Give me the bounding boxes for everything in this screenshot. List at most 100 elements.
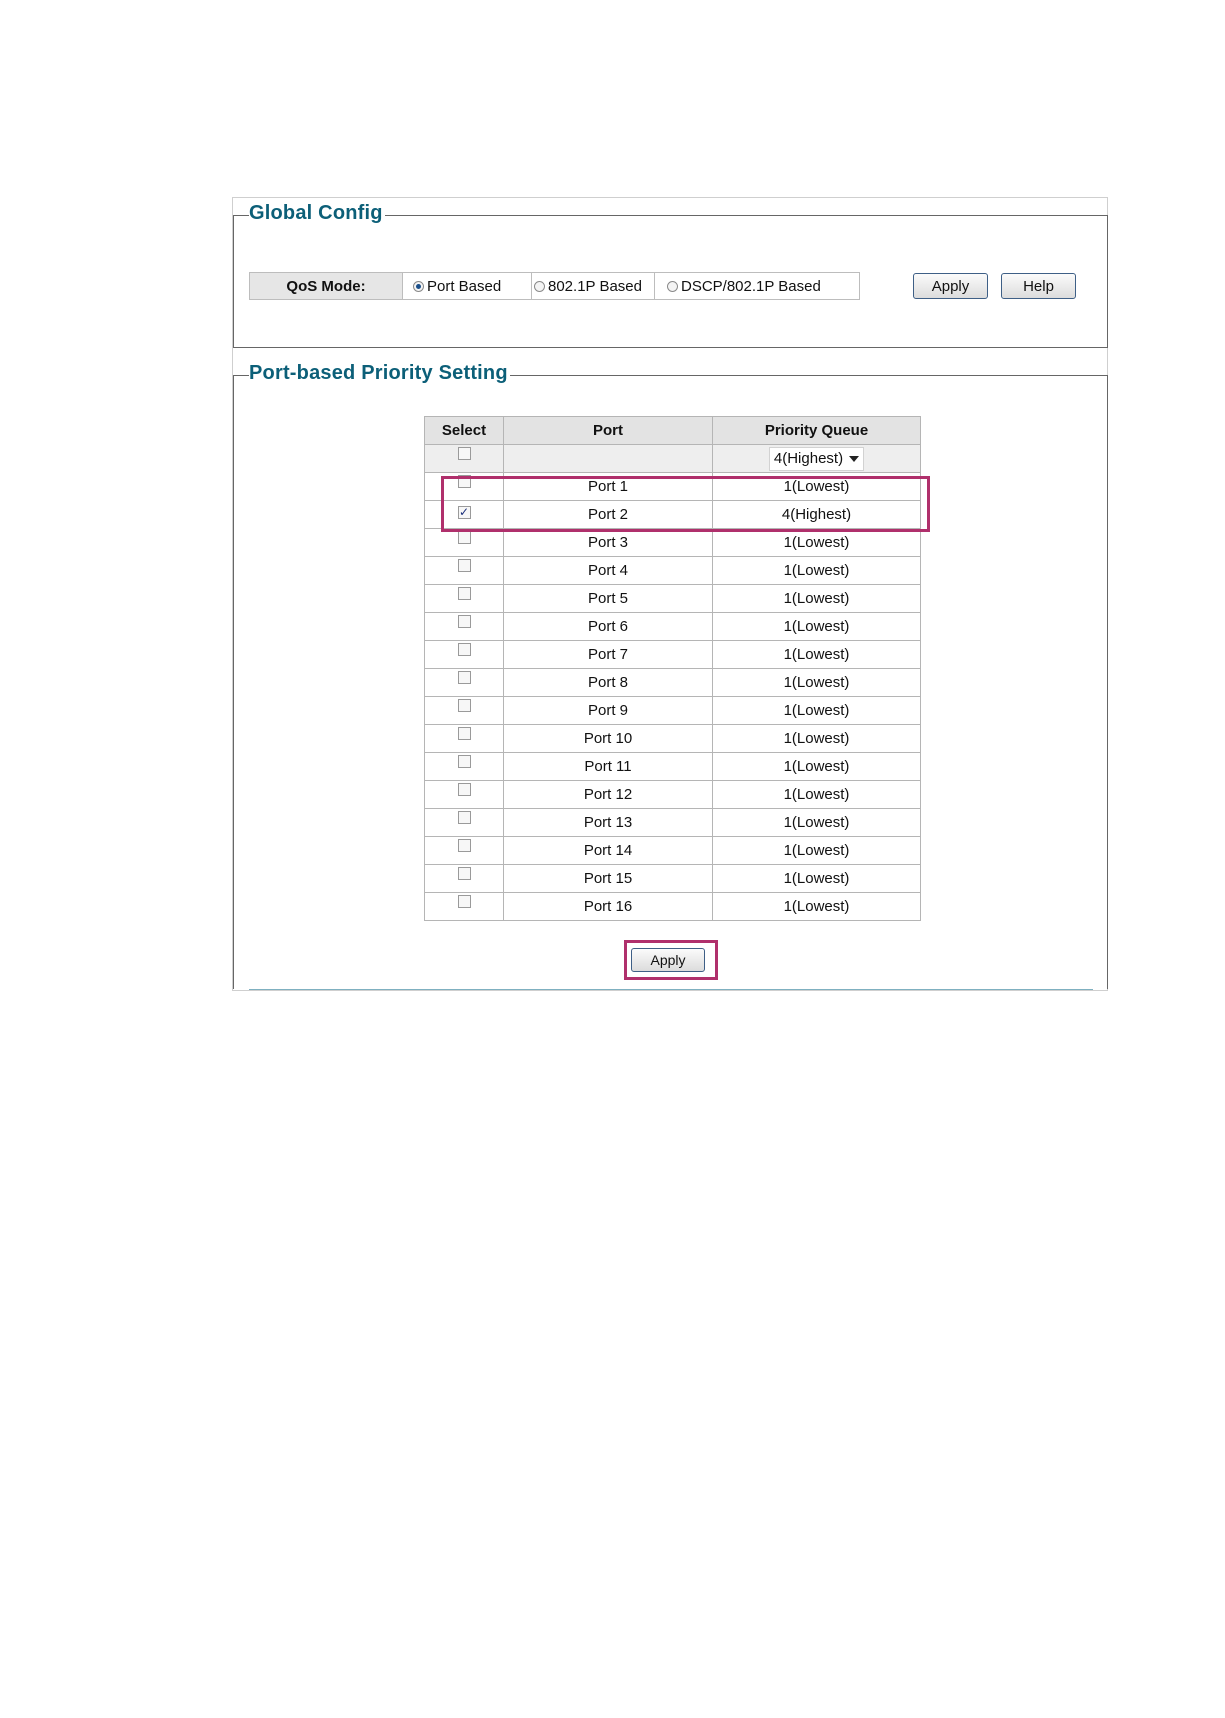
qos-option-label: 802.1P Based [548, 277, 642, 295]
select-cell [424, 584, 504, 613]
priority-queue-cell: 1(Lowest) [712, 808, 921, 837]
section-border-bottom [233, 347, 1108, 348]
row-checkbox[interactable] [457, 755, 471, 768]
table-row: Port 11 1(Lowest) [424, 752, 921, 781]
table-row: Port 9 1(Lowest) [424, 696, 921, 725]
radio-icon[interactable] [534, 280, 545, 292]
row-checkbox[interactable] [457, 587, 471, 600]
port-cell: Port 4 [503, 556, 713, 585]
bulk-edit-row: 4(Highest) [424, 444, 921, 473]
row-checkbox[interactable] [457, 839, 471, 852]
row-checkbox[interactable] [457, 531, 471, 544]
table-row: Port 3 1(Lowest) [424, 528, 921, 557]
priority-queue-cell: 1(Lowest) [712, 864, 921, 893]
priority-queue-select[interactable]: 4(Highest) [768, 446, 865, 471]
select-cell [424, 640, 504, 669]
section-bottom-rule [249, 989, 1093, 990]
port-cell: Port 14 [503, 836, 713, 865]
priority-queue-cell: 4(Highest) [712, 500, 921, 529]
table-row: Port 13 1(Lowest) [424, 808, 921, 837]
row-checkbox[interactable] [457, 559, 471, 572]
row-checkbox[interactable] [457, 867, 471, 880]
port-cell: Port 16 [503, 892, 713, 921]
radio-selected-icon[interactable] [413, 280, 424, 292]
port-cell: Port 7 [503, 640, 713, 669]
table-row: Port 12 1(Lowest) [424, 780, 921, 809]
port-priority-title: Port-based Priority Setting [249, 362, 510, 385]
port-cell: Port 9 [503, 696, 713, 725]
qos-option-dscp-8021p-based[interactable]: DSCP/802.1P Based [655, 273, 859, 299]
table-row: ✓ Port 2 4(Highest) [424, 500, 921, 529]
port-cell: Port 2 [503, 500, 713, 529]
section-border-right [1107, 375, 1108, 989]
radio-icon[interactable] [667, 280, 678, 292]
table-row: Port 5 1(Lowest) [424, 584, 921, 613]
port-cell: Port 13 [503, 808, 713, 837]
port-cell: Port 6 [503, 612, 713, 641]
select-cell [424, 808, 504, 837]
column-header-select: Select [424, 416, 504, 445]
row-checkbox[interactable] [457, 475, 471, 488]
port-cell: Port 12 [503, 780, 713, 809]
row-checkbox[interactable] [457, 811, 471, 824]
priority-queue-cell: 1(Lowest) [712, 836, 921, 865]
column-header-priority-queue: Priority Queue [712, 416, 921, 445]
help-button[interactable]: Help [1001, 273, 1076, 299]
port-priority-section: Port-based Priority Setting Select Port … [233, 358, 1108, 998]
priority-queue-cell: 1(Lowest) [712, 612, 921, 641]
row-checkbox[interactable] [457, 699, 471, 712]
column-header-port: Port [503, 416, 713, 445]
priority-queue-cell: 1(Lowest) [712, 528, 921, 557]
apply-button[interactable]: Apply [913, 273, 988, 299]
port-cell: Port 11 [503, 752, 713, 781]
port-cell: Port 10 [503, 724, 713, 753]
table-row: Port 10 1(Lowest) [424, 724, 921, 753]
select-cell [424, 528, 504, 557]
row-checkbox[interactable] [457, 615, 471, 628]
port-cell: Port 15 [503, 864, 713, 893]
select-cell [424, 668, 504, 697]
table-row: Port 1 1(Lowest) [424, 472, 921, 501]
chevron-down-icon [849, 455, 860, 462]
table-row: Port 8 1(Lowest) [424, 668, 921, 697]
priority-queue-select-value: 4(Highest) [773, 450, 844, 467]
table-row: Port 14 1(Lowest) [424, 836, 921, 865]
qos-option-label: Port Based [427, 277, 502, 295]
table-row: Port 16 1(Lowest) [424, 892, 921, 921]
global-config-section: Global Config QoS Mode: Port Based 802.1… [233, 198, 1108, 350]
priority-queue-cell: 1(Lowest) [712, 752, 921, 781]
select-cell [424, 780, 504, 809]
row-checkbox[interactable] [457, 783, 471, 796]
global-config-title: Global Config [249, 202, 385, 225]
priority-queue-cell: 1(Lowest) [712, 584, 921, 613]
port-cell: Port 1 [503, 472, 713, 501]
table-row: Port 6 1(Lowest) [424, 612, 921, 641]
row-checkbox-checked[interactable]: ✓ [457, 506, 471, 519]
table-header-row: Select Port Priority Queue [424, 416, 921, 445]
select-cell [424, 724, 504, 753]
table-row: Port 15 1(Lowest) [424, 864, 921, 893]
apply-port-priority-button[interactable]: Apply [631, 948, 705, 972]
qos-mode-label: QoS Mode: [250, 273, 403, 299]
select-cell [424, 612, 504, 641]
section-border-right [1107, 215, 1108, 347]
select-cell [424, 864, 504, 893]
qos-option-label: DSCP/802.1P Based [681, 277, 821, 295]
select-cell [424, 556, 504, 585]
table-row: Port 4 1(Lowest) [424, 556, 921, 585]
select-cell [424, 836, 504, 865]
qos-option-8021p-based[interactable]: 802.1P Based [532, 273, 655, 299]
row-checkbox[interactable] [457, 895, 471, 908]
select-all-checkbox[interactable] [457, 447, 471, 460]
select-cell [424, 892, 504, 921]
row-checkbox[interactable] [457, 671, 471, 684]
port-cell: Port 3 [503, 528, 713, 557]
priority-queue-cell: 1(Lowest) [712, 472, 921, 501]
row-checkbox[interactable] [457, 643, 471, 656]
priority-queue-cell: 1(Lowest) [712, 556, 921, 585]
port-cell: Port 8 [503, 668, 713, 697]
priority-queue-cell: 1(Lowest) [712, 696, 921, 725]
row-checkbox[interactable] [457, 727, 471, 740]
qos-option-port-based[interactable]: Port Based [403, 273, 532, 299]
empty-cell [503, 444, 713, 473]
